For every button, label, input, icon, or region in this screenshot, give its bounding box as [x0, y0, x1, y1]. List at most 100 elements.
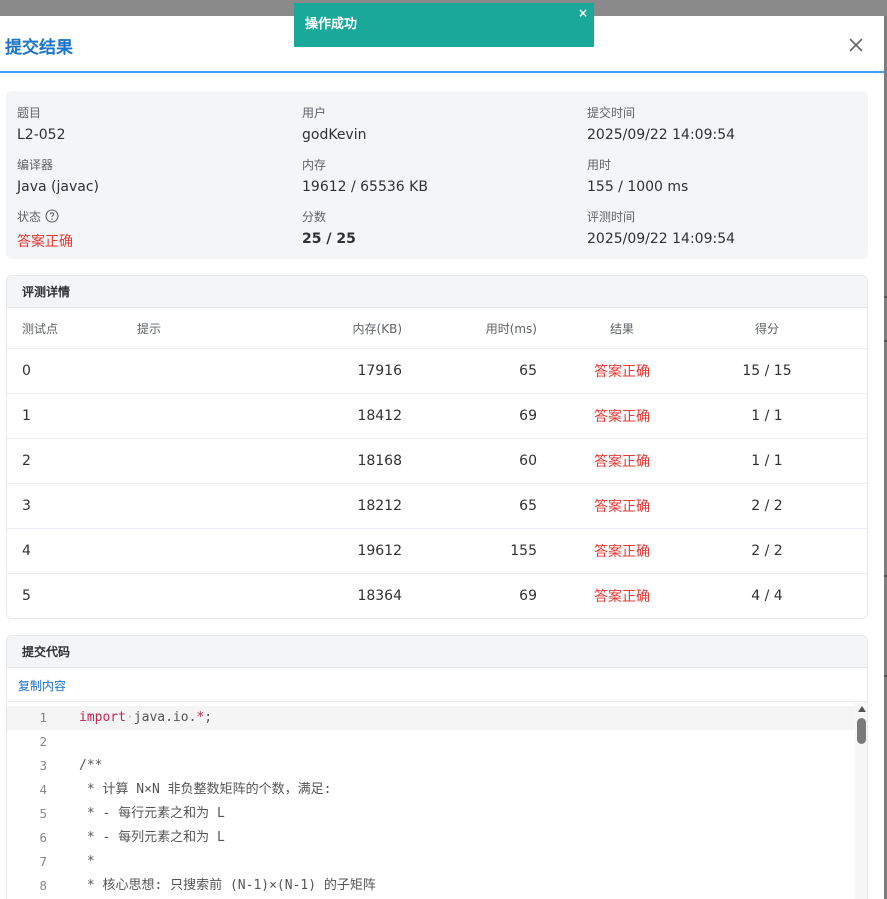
case-time: 155	[402, 528, 537, 574]
info-label: 提交时间	[587, 105, 636, 120]
info-memory: 内存 19612 / 65536 KB	[302, 156, 428, 197]
case-memory: 18212	[267, 483, 402, 529]
code-scrollbar[interactable]	[855, 702, 867, 899]
info-time-used: 用时 155 / 1000 ms	[587, 156, 688, 197]
code-line: 1 import·java.io.*;	[7, 706, 855, 730]
judge-details-table: 测试点 提示 内存(KB) 用时(ms) 结果 得分 0 17916 65 答案…	[7, 308, 867, 618]
user-name: godKevin	[302, 127, 367, 143]
toast-close-icon[interactable]: ×	[577, 7, 589, 19]
row-spacer	[827, 528, 867, 574]
code-text: * - 每列元素之和为 L	[79, 830, 225, 845]
status-label-row: 状态	[17, 208, 73, 224]
judge-details-title: 评测详情	[7, 276, 867, 308]
case-time: 65	[402, 483, 537, 529]
code-editor[interactable]: 1 import·java.io.*; 2 3 /** 4 * 计算 N×N 非…	[7, 702, 867, 899]
case-hint	[137, 483, 267, 529]
scroll-up-arrow-icon[interactable]	[858, 706, 866, 712]
code-line: 4 * 计算 N×N 非负整数矩阵的个数，满足:	[7, 778, 855, 802]
case-hint	[137, 528, 267, 574]
case-result: 答案正确	[537, 483, 707, 529]
case-hint	[137, 574, 267, 619]
submit-time: 2025/09/22 14:09:54	[587, 127, 736, 143]
code-line: 5 * - 每行元素之和为 L	[7, 802, 855, 826]
total-score: 25 / 25	[302, 231, 356, 247]
code-line: 7 *	[7, 850, 855, 874]
code-text: * 计算 N×N 非负整数矩阵的个数，满足:	[79, 782, 332, 797]
line-number: 8	[39, 878, 47, 893]
info-label: 状态	[17, 209, 42, 224]
case-id: 0	[7, 348, 137, 394]
case-id: 2	[7, 438, 137, 484]
submission-result-dialog: 提交结果 题目 L2-052 用户 godKevin 提交时间 2025/09/…	[0, 16, 884, 899]
close-icon[interactable]	[846, 35, 866, 55]
copy-content-button[interactable]: 复制内容	[18, 677, 66, 694]
submitted-code-card: 提交代码 复制内容 1 import·java.io.*; 2 3 /** 4 …	[6, 635, 868, 899]
code-text: import·java.io.*;	[79, 710, 213, 725]
info-label: 用户	[302, 105, 327, 120]
case-score: 2 / 2	[707, 483, 827, 529]
row-spacer	[827, 574, 867, 619]
info-score: 分数 25 / 25	[302, 208, 356, 249]
table-row: 1 18412 69 答案正确 1 / 1	[7, 393, 867, 439]
code-text: *	[79, 854, 95, 869]
case-memory: 17916	[267, 348, 402, 394]
question-circle-icon[interactable]	[45, 209, 59, 223]
toast-message: 操作成功	[305, 17, 358, 32]
info-submit-time: 提交时间 2025/09/22 14:09:54	[587, 104, 735, 145]
judge-details-card: 评测详情 测试点 提示 内存(KB) 用时(ms) 结果 得分 0 17916	[6, 275, 868, 619]
info-label: 内存	[302, 157, 327, 172]
table-row: 4 19612 155 答案正确 2 / 2	[7, 528, 867, 574]
case-hint	[137, 348, 267, 394]
case-time: 65	[402, 348, 537, 394]
info-label: 分数	[302, 209, 327, 224]
copy-toolbar: 复制内容	[7, 668, 867, 702]
case-memory: 18364	[357, 588, 402, 604]
case-result: 答案正确	[537, 393, 707, 439]
code-line: 2	[7, 730, 855, 754]
case-result: 答案正确	[537, 528, 707, 574]
compiler-name: Java (javac)	[17, 179, 99, 195]
case-time: 69	[402, 393, 537, 439]
info-label: 评测时间	[587, 209, 636, 224]
info-compiler: 编译器 Java (javac)	[17, 156, 99, 197]
table-row: 0 17916 65 答案正确 15 / 15	[7, 348, 867, 394]
column-header-time: 用时(ms)	[402, 308, 537, 349]
line-number: 7	[39, 854, 47, 869]
success-toast: 操作成功 ×	[294, 3, 594, 47]
judge-time: 2025/09/22 14:09:54	[587, 231, 736, 247]
case-memory: 18168	[267, 438, 402, 484]
line-number: 1	[39, 710, 47, 725]
row-spacer	[827, 348, 867, 394]
code-line: 6 * - 每列元素之和为 L	[7, 826, 855, 850]
column-header-case: 测试点	[7, 308, 137, 349]
code-line: 3 /**	[7, 754, 855, 778]
case-id: 3	[7, 483, 137, 529]
case-hint	[137, 438, 267, 484]
scrollbar-thumb[interactable]	[857, 718, 866, 744]
info-label: 题目	[17, 105, 42, 120]
problem-id: L2-052	[17, 127, 66, 143]
code-text: * 核心思想: 只搜索前 (N-1)×(N-1) 的子矩阵	[79, 878, 376, 893]
column-header-spacer	[827, 308, 867, 349]
line-number: 4	[39, 782, 47, 797]
case-time: 69	[519, 588, 537, 604]
case-id: 5	[22, 588, 31, 604]
code-text: * - 每行元素之和为 L	[79, 806, 225, 821]
line-number: 5	[39, 806, 47, 821]
case-result: 答案正确	[537, 348, 707, 394]
table-row: 3 18212 65 答案正确 2 / 2	[7, 483, 867, 529]
case-time: 60	[402, 438, 537, 484]
case-id: 1	[7, 393, 137, 439]
line-number: 3	[39, 758, 47, 773]
info-user: 用户 godKevin	[302, 104, 366, 145]
case-memory: 18412	[267, 393, 402, 439]
case-score: 4 / 4	[751, 588, 783, 604]
column-header-score: 得分	[707, 308, 827, 349]
case-score: 1 / 1	[707, 393, 827, 439]
case-hint	[137, 393, 267, 439]
row-spacer	[827, 393, 867, 439]
code-line: 8 * 核心思想: 只搜索前 (N-1)×(N-1) 的子矩阵	[7, 874, 855, 898]
column-header-result: 结果	[537, 308, 707, 349]
case-result: 答案正确	[537, 438, 707, 484]
status-badge: 答案正确	[17, 234, 73, 250]
